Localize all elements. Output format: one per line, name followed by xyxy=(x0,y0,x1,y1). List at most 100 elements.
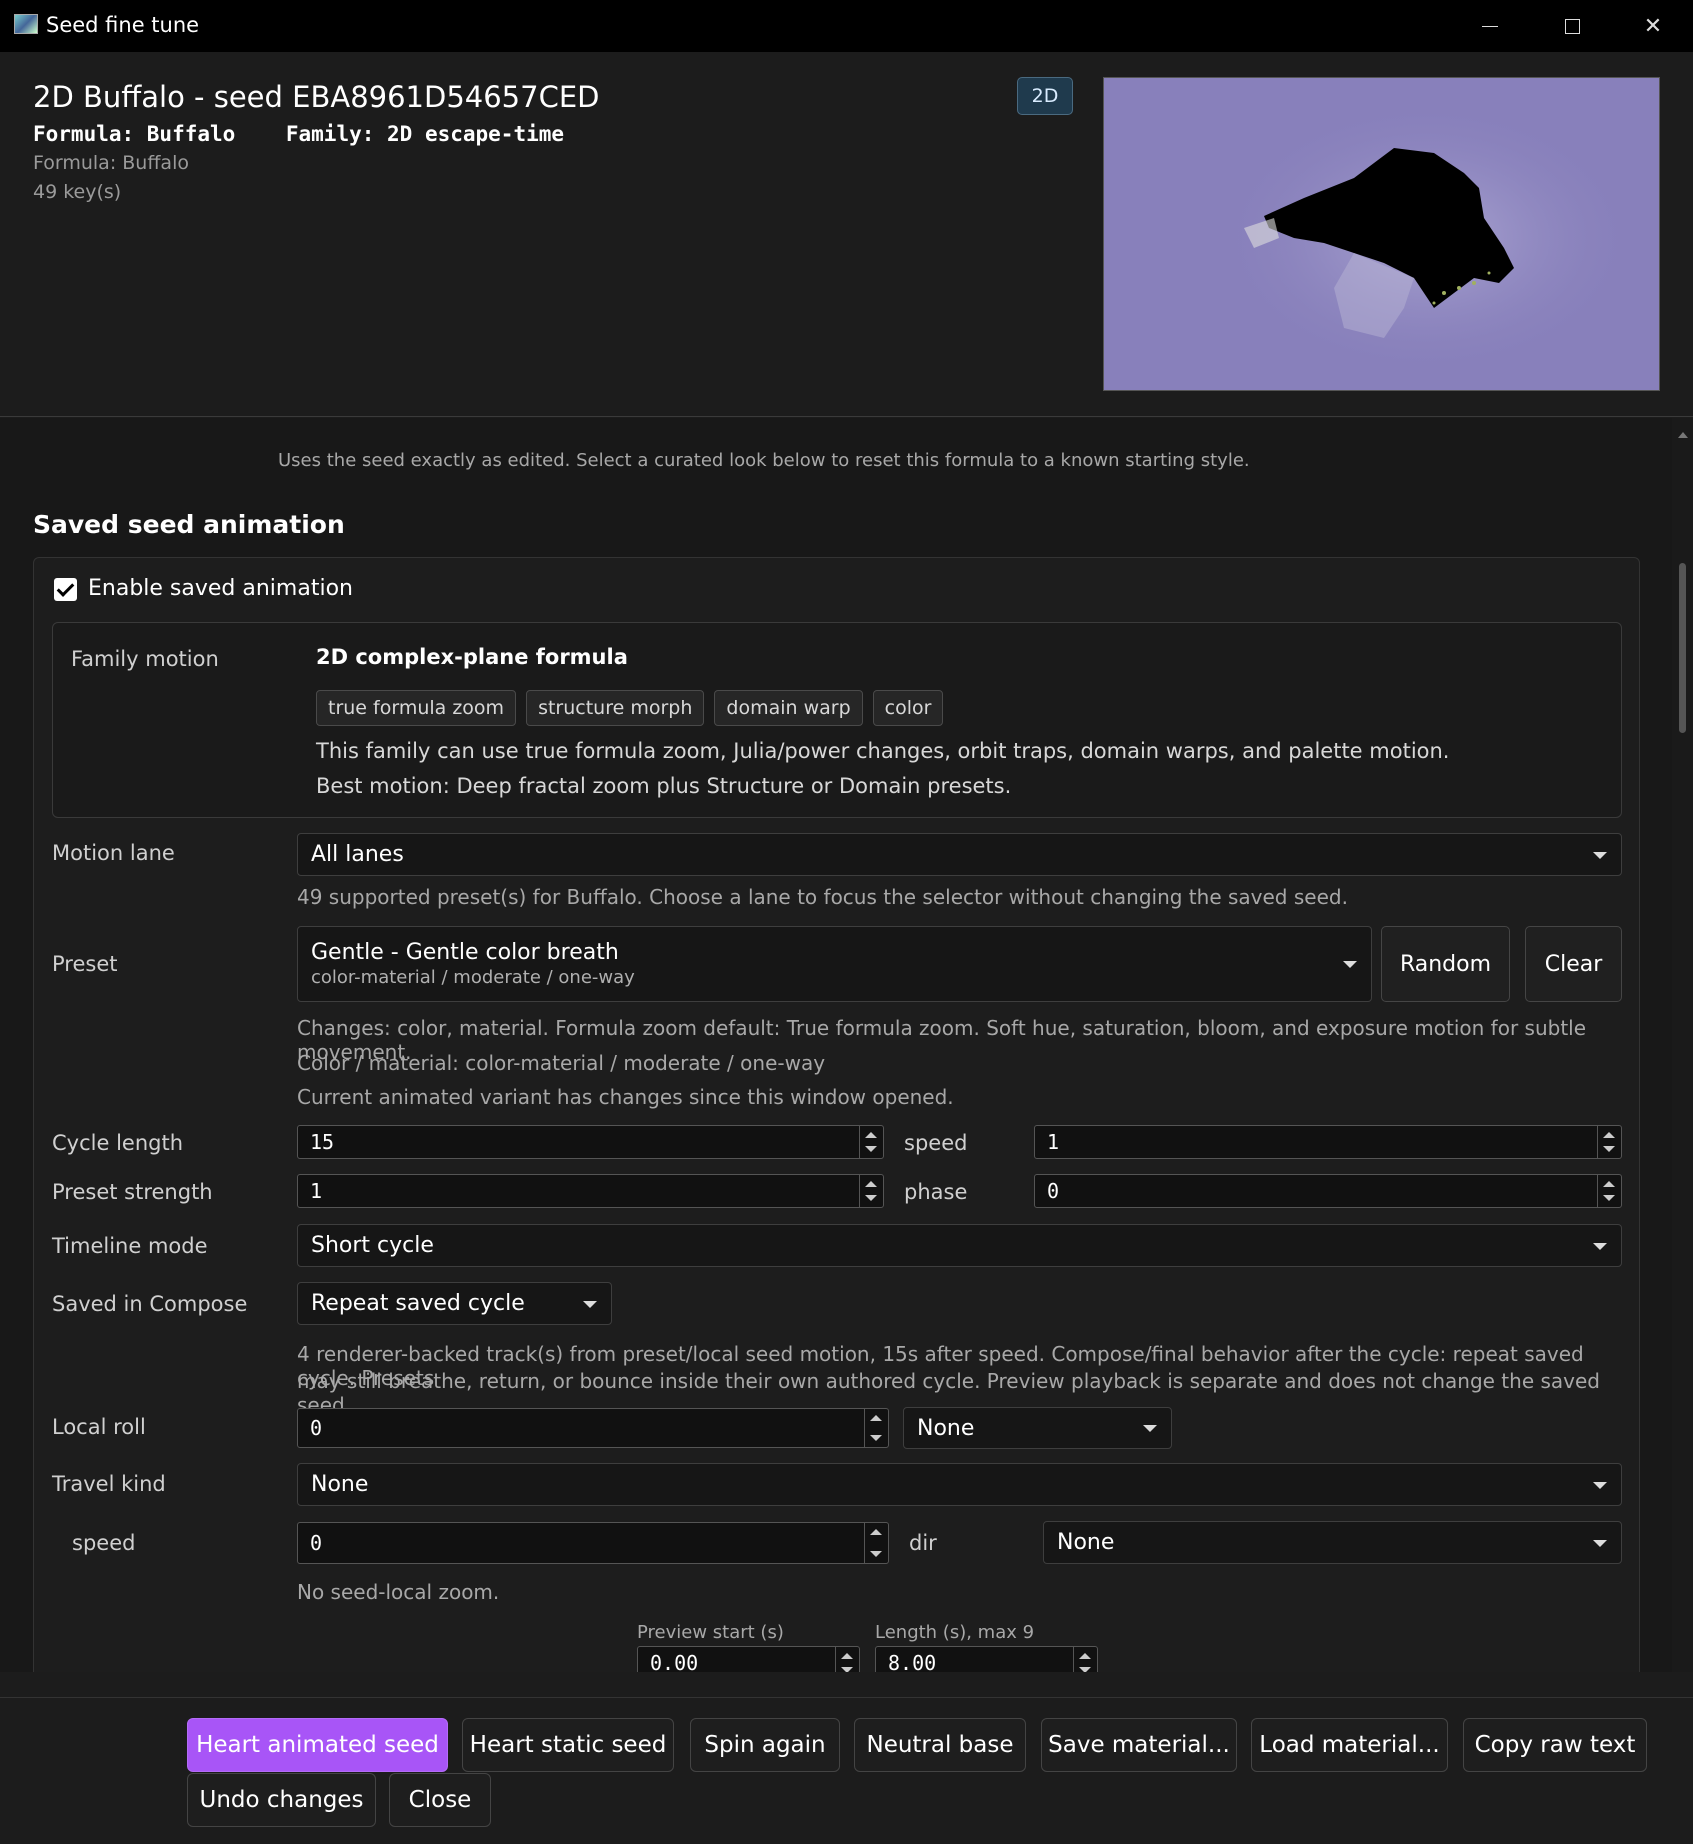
formula-family-line: Formula: Buffalo Family: 2D escape-time xyxy=(33,122,564,146)
travel-speed-value: 0 xyxy=(310,1531,323,1555)
preview-start-value: 0.00 xyxy=(650,1651,699,1672)
chevron-down-icon xyxy=(1343,961,1357,968)
app-icon xyxy=(14,14,38,34)
local-roll-label: Local roll xyxy=(52,1415,146,1439)
family-motion-box: Family motion 2D complex-plane formula t… xyxy=(52,622,1622,818)
spin-again-button[interactable]: Spin again xyxy=(690,1718,840,1772)
minimize-button[interactable] xyxy=(1450,0,1530,52)
close-window-button[interactable]: ✕ xyxy=(1613,0,1693,52)
family-description: This family can use true formula zoom, J… xyxy=(316,739,1450,763)
load-material-button[interactable]: Load material... xyxy=(1251,1718,1448,1772)
preview-start-input[interactable]: 0.00 xyxy=(637,1646,860,1672)
motion-lane-select[interactable]: All lanes xyxy=(297,833,1622,876)
heart-static-seed-button[interactable]: Heart static seed xyxy=(462,1718,674,1772)
local-roll-mode-select[interactable]: None xyxy=(903,1407,1172,1449)
saved-in-compose-label: Saved in Compose xyxy=(52,1292,248,1316)
chevron-down-icon xyxy=(1593,1242,1607,1250)
window-title: Seed fine tune xyxy=(46,13,200,37)
preview-start-stepper[interactable] xyxy=(835,1647,859,1672)
preset-material-note: Color / material: color-material / moder… xyxy=(297,1051,826,1075)
saved-in-compose-select[interactable]: Repeat saved cycle xyxy=(297,1282,612,1325)
preset-subtitle: color-material / moderate / one-way xyxy=(311,967,635,988)
preset-strength-label: Preset strength xyxy=(52,1180,213,1204)
local-roll-stepper[interactable] xyxy=(864,1409,888,1447)
saved-in-compose-value: Repeat saved cycle xyxy=(311,1291,525,1316)
motion-lane-value: All lanes xyxy=(311,842,404,867)
fractal-preview xyxy=(1103,77,1660,391)
motion-lane-note: 49 supported preset(s) for Buffalo. Choo… xyxy=(297,885,1348,909)
travel-note: No seed-local zoom. xyxy=(297,1580,500,1604)
speed-value: 1 xyxy=(1047,1130,1060,1154)
travel-kind-value: None xyxy=(311,1472,369,1497)
local-roll-input[interactable]: 0 xyxy=(297,1408,889,1448)
cycle-length-value: 15 xyxy=(310,1130,335,1154)
cycle-length-stepper[interactable] xyxy=(859,1126,883,1158)
preset-strength-input[interactable]: 1 xyxy=(297,1174,884,1208)
copy-raw-text-button[interactable]: Copy raw text xyxy=(1463,1718,1647,1772)
preset-variant-note: Current animated variant has changes sin… xyxy=(297,1085,954,1109)
travel-speed-label: speed xyxy=(72,1531,136,1555)
cycle-length-input[interactable]: 15 xyxy=(297,1125,884,1159)
main-scroll-area[interactable]: Uses the seed exactly as edited. Select … xyxy=(0,418,1693,1672)
preset-strength-stepper[interactable] xyxy=(859,1175,883,1207)
clear-preset-button[interactable]: Clear xyxy=(1525,926,1622,1002)
seed-header: 2D Buffalo - seed EBA8961D54657CED Formu… xyxy=(0,52,1693,417)
enable-animation-label[interactable]: Enable saved animation xyxy=(88,576,353,601)
travel-speed-stepper[interactable] xyxy=(864,1523,888,1563)
cycle-length-label: Cycle length xyxy=(52,1131,184,1155)
maximize-button[interactable] xyxy=(1532,0,1612,52)
phase-input[interactable]: 0 xyxy=(1034,1174,1622,1208)
preview-length-value: 8.00 xyxy=(888,1651,937,1672)
preset-value: Gentle - Gentle color breath xyxy=(311,940,619,965)
preset-strength-value: 1 xyxy=(310,1179,323,1203)
enable-animation-checkbox[interactable] xyxy=(54,578,77,601)
chip-domain-warp: domain warp xyxy=(714,690,863,726)
fractal-preview-image xyxy=(1104,78,1659,390)
preset-select[interactable]: Gentle - Gentle color breath color-mater… xyxy=(297,926,1372,1002)
footer-actions: Heart animated seed Heart static seed Sp… xyxy=(0,1697,1693,1844)
neutral-base-button[interactable]: Neutral base xyxy=(854,1718,1026,1772)
scroll-thumb[interactable] xyxy=(1679,563,1686,733)
scroll-up-icon[interactable] xyxy=(1678,432,1688,438)
speed-stepper[interactable] xyxy=(1597,1126,1621,1158)
save-material-button[interactable]: Save material... xyxy=(1041,1718,1237,1772)
timeline-mode-select[interactable]: Short cycle xyxy=(297,1224,1622,1267)
keys-count: 49 key(s) xyxy=(33,181,122,203)
phase-label: phase xyxy=(904,1180,968,1204)
travel-kind-select[interactable]: None xyxy=(297,1463,1622,1506)
speed-input[interactable]: 1 xyxy=(1034,1125,1622,1159)
timeline-mode-label: Timeline mode xyxy=(52,1234,208,1258)
formula-label: Formula: Buffalo xyxy=(33,122,236,146)
local-roll-mode-value: None xyxy=(917,1415,975,1441)
hint-text: Uses the seed exactly as edited. Select … xyxy=(278,450,1250,471)
animation-panel: Enable saved animation Family motion 2D … xyxy=(33,557,1640,1672)
travel-speed-input[interactable]: 0 xyxy=(297,1522,889,1564)
random-preset-button[interactable]: Random xyxy=(1381,926,1510,1002)
heart-animated-seed-button[interactable]: Heart animated seed xyxy=(187,1718,448,1772)
chevron-down-icon xyxy=(1593,1481,1607,1489)
family-motion-label: Family motion xyxy=(71,647,219,671)
family-best-motion: Best motion: Deep fractal zoom plus Stru… xyxy=(316,774,1012,798)
travel-dir-select[interactable]: None xyxy=(1043,1521,1622,1564)
motion-lane-label: Motion lane xyxy=(52,841,175,865)
seed-title: 2D Buffalo - seed EBA8961D54657CED xyxy=(33,80,600,114)
chevron-down-icon xyxy=(1143,1425,1157,1432)
dimension-badge: 2D xyxy=(1017,77,1073,115)
travel-dir-value: None xyxy=(1057,1530,1115,1555)
title-bar: Seed fine tune ✕ xyxy=(0,0,1693,52)
formula-subtitle: Formula: Buffalo xyxy=(33,152,189,174)
preview-start-label: Preview start (s) xyxy=(637,1622,784,1643)
close-button[interactable]: Close xyxy=(389,1773,491,1827)
capability-chips: true formula zoom structure morph domain… xyxy=(316,690,944,726)
phase-stepper[interactable] xyxy=(1597,1175,1621,1207)
undo-changes-button[interactable]: Undo changes xyxy=(187,1773,376,1827)
preview-length-input[interactable]: 8.00 xyxy=(875,1646,1098,1672)
travel-dir-label: dir xyxy=(909,1531,937,1555)
preview-length-stepper[interactable] xyxy=(1073,1647,1097,1672)
close-icon: ✕ xyxy=(1643,13,1663,39)
chip-formula-zoom: true formula zoom xyxy=(316,690,517,726)
main-scrollbar[interactable] xyxy=(1672,418,1693,1672)
preset-label: Preset xyxy=(52,952,118,976)
phase-value: 0 xyxy=(1047,1179,1060,1203)
travel-kind-label: Travel kind xyxy=(52,1472,166,1496)
